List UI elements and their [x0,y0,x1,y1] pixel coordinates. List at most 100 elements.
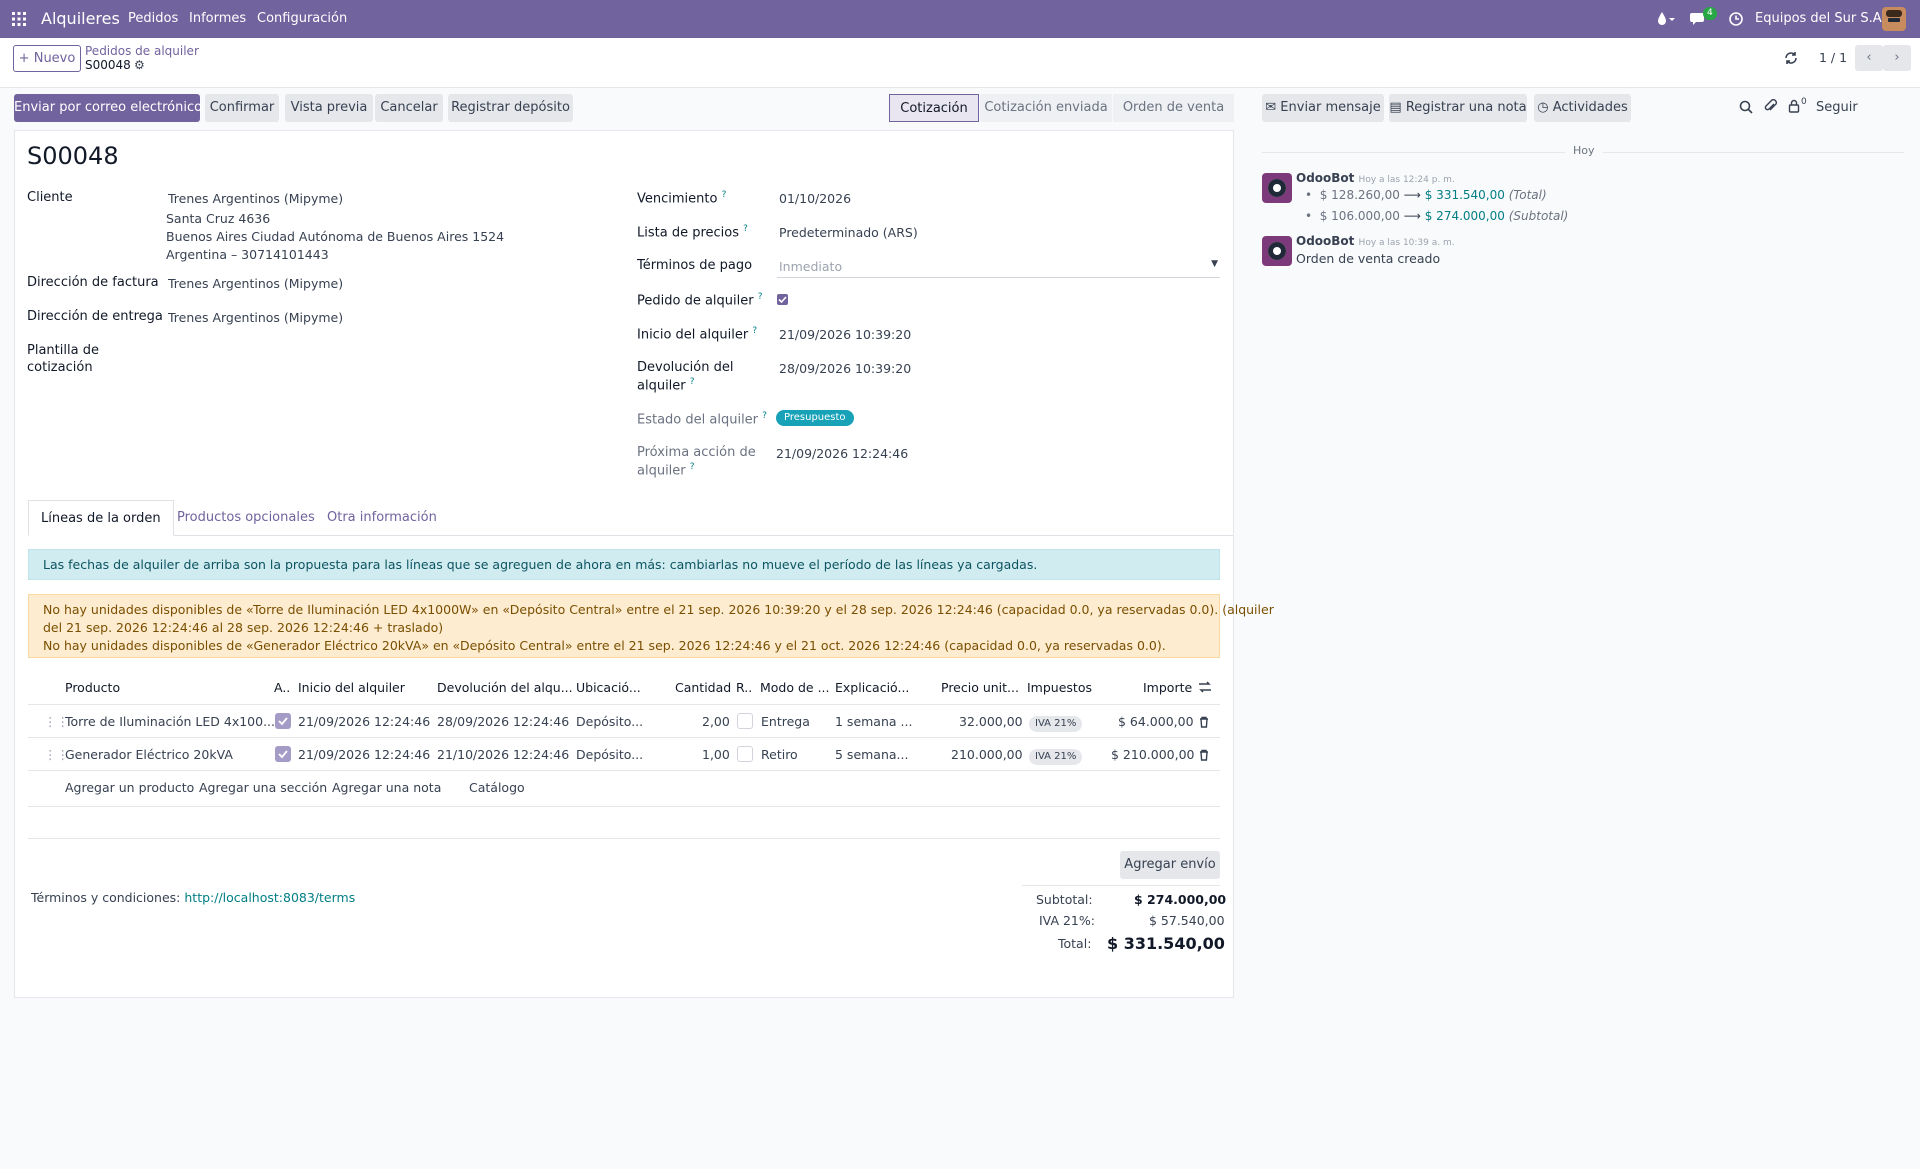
col-a[interactable]: A.. [274,680,290,695]
col-unit-price[interactable]: Precio unit... [941,680,1019,695]
stage-cotizacion-enviada[interactable]: Cotización enviada [980,94,1112,122]
menu-pedidos[interactable]: Pedidos [128,0,178,38]
help-icon[interactable]: ? [690,462,695,472]
help-icon[interactable]: ? [758,292,763,302]
row-location[interactable]: Depósito... [576,738,643,771]
debug-drop-icon[interactable] [1657,0,1675,38]
col-amount[interactable]: Importe [1143,680,1192,695]
rental-return-field[interactable]: 28/09/2026 10:39:20 [779,361,911,376]
paperclip-icon[interactable] [1764,99,1778,118]
trash-icon[interactable] [1198,705,1210,740]
app-name[interactable]: Alquileres [41,0,120,38]
col-location[interactable]: Ubicació... [576,680,641,695]
table-row[interactable]: ⋮⋮ Torre de Iluminación LED 4x100... 21/… [28,704,1220,737]
refresh-icon[interactable] [1784,51,1798,69]
help-icon[interactable]: ? [752,326,757,336]
col-mode[interactable]: Modo de ... [760,680,830,695]
row-location[interactable]: Depósito... [576,705,643,738]
col-product[interactable]: Producto [65,680,120,695]
col-rental-return[interactable]: Devolución del alqu... [437,680,573,695]
terms-link[interactable]: http://localhost:8083/terms [184,890,355,905]
search-icon[interactable] [1739,100,1753,118]
payment-terms-field[interactable]: Inmediato ▼ [777,258,1220,278]
row-taxes[interactable]: IVA 21% [1029,738,1083,771]
col-r[interactable]: R.. [736,680,752,695]
menu-configuracion[interactable]: Configuración [257,0,347,38]
row-rental-return[interactable]: 28/09/2026 12:24:46 [437,705,569,738]
rental-start-field[interactable]: 21/09/2026 10:39:20 [779,327,911,342]
message-author: OdooBot [1296,171,1355,185]
row-rental-start[interactable]: 21/09/2026 12:24:46 [298,738,430,771]
add-note-link[interactable]: Agregar una nota [332,771,441,804]
day-separator: Hoy [1565,144,1603,157]
col-taxes[interactable]: Impuestos [1027,680,1092,695]
rental-order-checkbox[interactable] [777,294,788,305]
odoobot-avatar [1262,236,1292,266]
row-taxes[interactable]: IVA 21% [1029,705,1083,738]
register-deposit-button[interactable]: Registrar depósito [448,94,573,122]
menu-informes[interactable]: Informes [189,0,246,38]
rental-return-label-2: alquiler ? [637,377,695,393]
preview-button[interactable]: Vista previa [285,94,373,122]
activities-button[interactable]: ◷ Actividades [1534,94,1631,122]
help-icon[interactable]: ? [762,411,767,421]
col-explanation[interactable]: Explicació... [835,680,909,695]
send-email-button[interactable]: Enviar por correo electrónico [14,94,202,122]
row-mode[interactable]: Retiro [761,738,798,771]
help-icon[interactable]: ? [690,377,695,387]
col-quantity[interactable]: Cantidad [675,680,731,695]
catalog-link[interactable]: Catálogo [469,771,525,804]
gear-icon[interactable]: ⚙ [134,58,145,72]
stage-cotizacion[interactable]: Cotización [889,94,979,122]
customer-field[interactable]: Trenes Argentinos (Mipyme) [168,191,343,206]
row-r-checkbox[interactable] [737,713,753,729]
column-settings-icon[interactable] [1198,680,1212,698]
invoice-address-field[interactable]: Trenes Argentinos (Mipyme) [168,276,343,291]
send-message-button[interactable]: ✉ Enviar mensaje [1262,94,1384,122]
row-unit-price[interactable]: 210.000,00 [951,738,1023,771]
tab-optional-products[interactable]: Productos opcionales [165,500,327,536]
confirm-button[interactable]: Confirmar [205,94,279,122]
user-avatar[interactable] [1882,7,1906,31]
apps-menu-icon[interactable] [12,0,26,38]
tab-order-lines[interactable]: Líneas de la orden [28,500,174,536]
cancel-button[interactable]: Cancelar [375,94,443,122]
row-r-checkbox[interactable] [737,746,753,762]
row-explanation[interactable]: 5 semana... [835,738,908,771]
row-product[interactable]: Generador Eléctrico 20kVA [65,738,233,771]
add-section-link[interactable]: Agregar una sección [199,771,327,804]
pager-next-button[interactable]: › [1883,45,1911,71]
row-quantity[interactable]: 2,00 [702,705,730,738]
col-rental-start[interactable]: Inicio del alquiler [298,680,405,695]
row-rental-start[interactable]: 21/09/2026 12:24:46 [298,705,430,738]
delivery-address-field[interactable]: Trenes Argentinos (Mipyme) [168,310,343,325]
company-switcher[interactable]: Equipos del Sur S.A. [1755,0,1886,38]
help-icon[interactable]: ? [743,224,748,234]
expiration-field[interactable]: 01/10/2026 [779,191,851,206]
row-quantity[interactable]: 1,00 [702,738,730,771]
row-explanation[interactable]: 1 semana ... [835,705,912,738]
row-mode[interactable]: Entrega [761,705,810,738]
row-unit-price[interactable]: 32.000,00 [959,705,1023,738]
follow-button[interactable]: Seguir [1816,100,1858,115]
followers-icon[interactable] [1788,99,1800,117]
table-row[interactable]: ⋮⋮ Generador Eléctrico 20kVA 21/09/2026 … [28,737,1220,770]
trash-icon[interactable] [1198,738,1210,773]
tab-other-info[interactable]: Otra información [315,500,449,536]
pager-value[interactable]: 1 / 1 [1819,50,1847,65]
new-button[interactable]: + Nuevo [13,45,81,72]
row-product[interactable]: Torre de Iluminación LED 4x100... [65,705,275,738]
row-checkbox-checked[interactable] [275,746,291,762]
add-shipping-button[interactable]: Agregar envío [1120,851,1220,879]
row-rental-return[interactable]: 21/10/2026 12:24:46 [437,738,569,771]
breadcrumb-parent[interactable]: Pedidos de alquiler [85,44,199,58]
log-note-button[interactable]: ▤ Registrar una nota [1389,94,1527,122]
row-checkbox-checked[interactable] [275,713,291,729]
add-product-link[interactable]: Agregar un producto [65,771,194,804]
stage-orden-de-venta[interactable]: Orden de venta [1113,94,1234,122]
customer-address-line-1: Santa Cruz 4636 [166,211,271,226]
help-icon[interactable]: ? [722,190,727,200]
pager-previous-button[interactable]: ‹ [1855,45,1883,71]
pricelist-field[interactable]: Predeterminado (ARS) [779,225,918,240]
activity-clock-icon[interactable] [1729,0,1743,38]
